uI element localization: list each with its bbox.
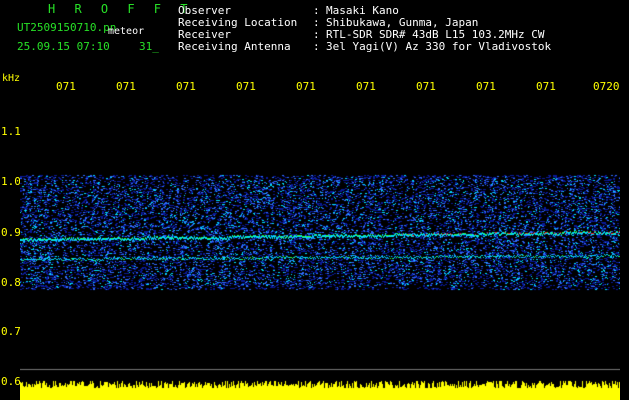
app-title: H R O F F T [48, 2, 194, 16]
y-tick-0-7: 0.7 [1, 325, 21, 338]
observer-value: Masaki Kano [326, 4, 399, 17]
separator: : [313, 40, 320, 53]
spectrogram-canvas [20, 95, 620, 400]
time-label: 071 [536, 80, 556, 93]
receiver-label: Receiver [178, 28, 231, 41]
separator: : [313, 4, 320, 17]
time-label: 071 [416, 80, 436, 93]
y-tick-0-9: 0.9 [1, 226, 21, 239]
separator: : [313, 28, 320, 41]
antenna-label: Receiving Antenna [178, 40, 291, 53]
antenna-value: 3el Yagi(V) Az 330 for Vladivostok [326, 40, 552, 53]
y-tick-1-1: 1.1 [1, 125, 21, 138]
time-label: 071 [476, 80, 496, 93]
observer-label: Observer [178, 4, 231, 17]
time-label: 071 [296, 80, 316, 93]
receiver-value: RTL-SDR SDR# 43dB L15 103.2MHz CW [326, 28, 545, 41]
location-value: Shibukawa, Gunma, Japan [326, 16, 479, 29]
time-label: 071 [116, 80, 136, 93]
y-tick-0-8: 0.8 [1, 276, 21, 289]
time-label: 0720 [593, 80, 620, 93]
time-label: 071 [56, 80, 76, 93]
location-label: Receiving Location [178, 16, 298, 29]
time-label: 071 [356, 80, 376, 93]
file-name: UT2509150710.pn [17, 21, 117, 34]
y-tick-0-6: 0.6 [1, 375, 21, 388]
frequency-unit: kHz [2, 73, 21, 84]
time-label: 071 [176, 80, 196, 93]
detection-count: 31_ [139, 40, 159, 53]
separator: : [313, 16, 320, 29]
header-panel: H R O F F T UT2509150710.pn meteor 25.09… [0, 0, 629, 72]
y-tick-1-0: 1.0 [1, 175, 21, 188]
date-time: 25.09.15 07:10 [17, 40, 110, 53]
time-label: 071 [236, 80, 256, 93]
file-subtitle: meteor [108, 26, 145, 37]
